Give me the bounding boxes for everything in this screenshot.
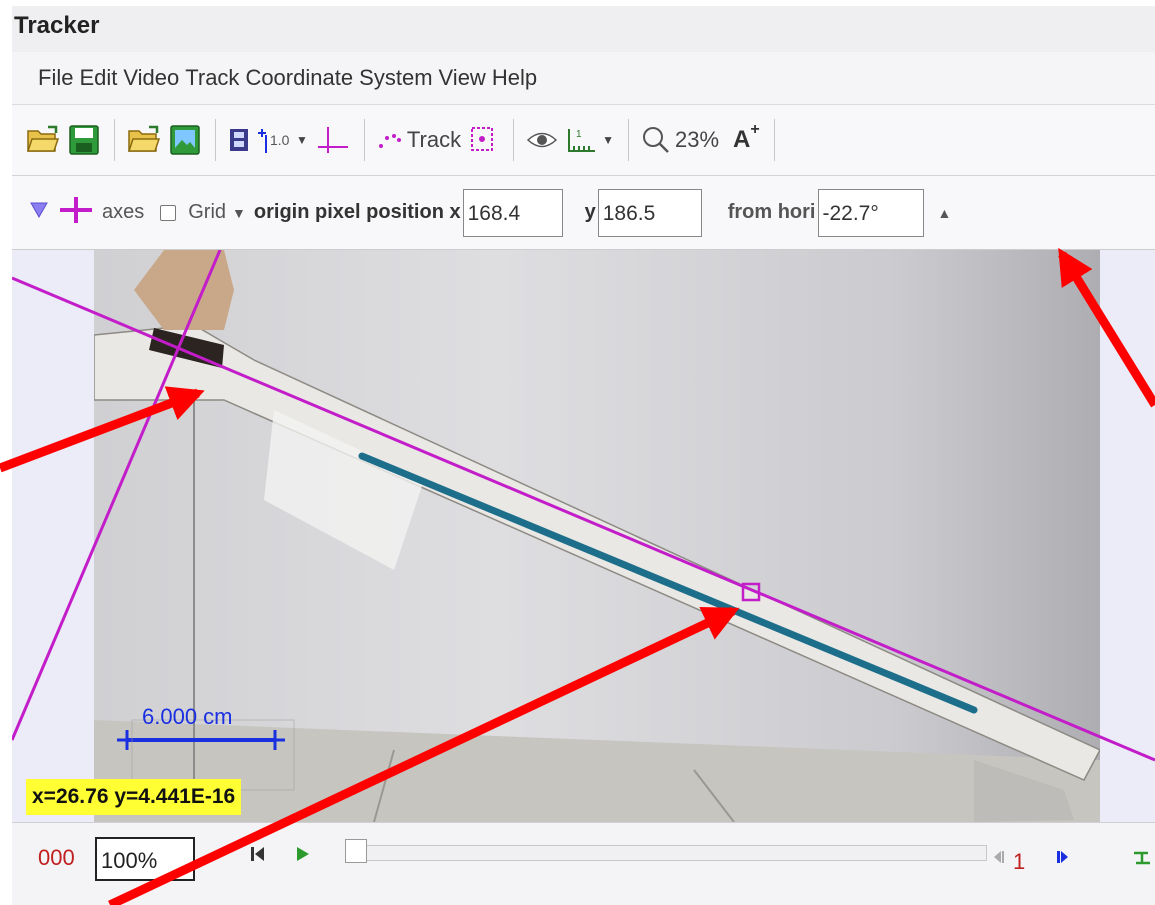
end-frame-button[interactable] xyxy=(1132,849,1152,872)
toolbar-separator xyxy=(114,119,115,161)
clip-settings-button[interactable] xyxy=(228,120,250,160)
toolbar-separator xyxy=(773,119,775,161)
dropdown-arrow-icon: ▼ xyxy=(602,133,614,147)
menu-edit[interactable]: Edit xyxy=(79,65,117,91)
track-control-icon xyxy=(471,127,494,151)
origin-x-field[interactable]: 168.4 xyxy=(462,188,563,237)
tracker-window: Tracker File Edit Video Track Coordinate… xyxy=(12,6,1155,905)
create-track-button[interactable]: Track xyxy=(377,120,461,160)
ruler-icon: 1 xyxy=(568,129,596,152)
toolbar-separator xyxy=(215,119,216,161)
calibration-label: 6.000 cm xyxy=(142,704,233,729)
import-button[interactable] xyxy=(127,120,161,160)
video-viewport[interactable]: 6.000 cm x=26.76 y=4.441E-16 xyxy=(12,250,1155,822)
open-folder-icon xyxy=(26,125,60,152)
toolbar-separator xyxy=(363,119,365,161)
measurement-overlay: 6.000 cm xyxy=(12,250,1155,791)
font-size-label: A xyxy=(733,126,751,153)
grid-checkbox[interactable] xyxy=(160,204,177,221)
expand-arrow-icon[interactable]: ▲ xyxy=(938,205,952,221)
origin-y-field[interactable]: 186.5 xyxy=(597,188,702,237)
axes-color-button[interactable] xyxy=(58,195,94,231)
menu-video[interactable]: Video xyxy=(123,65,179,91)
playback-rate-field[interactable]: 100% xyxy=(95,837,195,881)
origin-y-label: y xyxy=(584,201,596,223)
measuring-tools-button[interactable]: 1 ▼ xyxy=(566,120,614,160)
y-axis-line xyxy=(12,250,222,741)
calibration-end-right xyxy=(265,730,285,750)
svg-text:1: 1 xyxy=(576,129,582,140)
axes-visibility-toggle[interactable] xyxy=(30,201,48,224)
zoom-button[interactable]: 23% xyxy=(641,120,719,160)
grid-dropdown-icon[interactable]: ▼ xyxy=(232,205,246,221)
save-disk-icon xyxy=(69,125,99,155)
frame-slider[interactable] xyxy=(345,845,987,861)
step-back-icon xyxy=(994,851,1004,863)
track-points-icon xyxy=(378,134,401,148)
track-control-button[interactable] xyxy=(469,120,499,160)
frame-slider-thumb[interactable] xyxy=(345,839,367,863)
window-title: Tracker xyxy=(14,12,100,39)
menu-help[interactable]: Help xyxy=(492,65,537,91)
reset-button[interactable] xyxy=(250,845,266,868)
save-video-button[interactable] xyxy=(169,120,201,160)
menu-bar: File Edit Video Track Coordinate System … xyxy=(12,52,1155,104)
skip-to-start-icon xyxy=(251,847,264,861)
menu-coordinate-system[interactable]: Coordinate System xyxy=(245,65,432,91)
plus-icon: + xyxy=(750,121,760,138)
title-bar: Tracker xyxy=(12,6,1155,52)
save-image-icon xyxy=(170,125,200,155)
grid-label[interactable]: Grid xyxy=(188,201,226,224)
x-axis-line xyxy=(12,276,1155,762)
open-file-button[interactable] xyxy=(26,120,60,160)
visibility-button[interactable] xyxy=(526,120,558,160)
crosshair-icon xyxy=(60,196,92,223)
step-forward-button[interactable] xyxy=(1054,849,1070,870)
font-size-button[interactable]: A + xyxy=(733,120,760,160)
toolbar-separator xyxy=(513,119,515,161)
coordinate-axes-button[interactable] xyxy=(316,120,350,160)
angle-label: from hori xyxy=(727,201,816,223)
calibration-end-left xyxy=(117,730,137,750)
axes-label: axes xyxy=(102,201,145,223)
menu-track[interactable]: Track xyxy=(185,65,239,91)
toolbar-separator xyxy=(627,119,629,161)
save-button[interactable] xyxy=(68,120,100,160)
menu-view[interactable]: View xyxy=(439,65,486,91)
calibration-tools-icon: 1.0 xyxy=(258,129,290,153)
calibration-tools-button[interactable]: 1.0 ▼ xyxy=(258,120,308,160)
step-back-button[interactable] xyxy=(991,849,1007,870)
open-folder-icon xyxy=(127,125,161,152)
menu-file[interactable]: File xyxy=(38,65,73,91)
magnifier-icon xyxy=(642,127,669,153)
play-icon xyxy=(297,847,309,861)
eye-icon xyxy=(526,132,558,148)
coordinate-readout: x=26.76 y=4.441E-16 xyxy=(26,779,242,815)
origin-label: origin pixel position x xyxy=(253,201,461,223)
triangle-down-icon xyxy=(30,202,48,219)
end-frame-icon xyxy=(1134,851,1150,865)
play-button[interactable] xyxy=(295,845,311,868)
step-size[interactable]: 1 xyxy=(1013,849,1025,875)
film-strip-icon xyxy=(230,129,248,151)
main-toolbar: 1.0 ▼ Track 1 ▼ 23% A + xyxy=(12,104,1155,176)
axes-toolbar: axes Grid ▼ origin pixel position x 168.… xyxy=(12,176,1155,250)
zoom-level: 23% xyxy=(674,127,720,152)
dropdown-arrow-icon: ▼ xyxy=(296,133,308,147)
svg-text:1.0: 1.0 xyxy=(270,132,290,148)
frame-count: 000 xyxy=(38,845,75,870)
angle-field[interactable]: -22.7° xyxy=(817,188,924,237)
axes-icon xyxy=(317,127,348,153)
video-player-bar: 000 100% 1 xyxy=(12,822,1155,905)
step-forward-icon xyxy=(1057,851,1068,863)
track-button-label: Track xyxy=(406,127,462,152)
